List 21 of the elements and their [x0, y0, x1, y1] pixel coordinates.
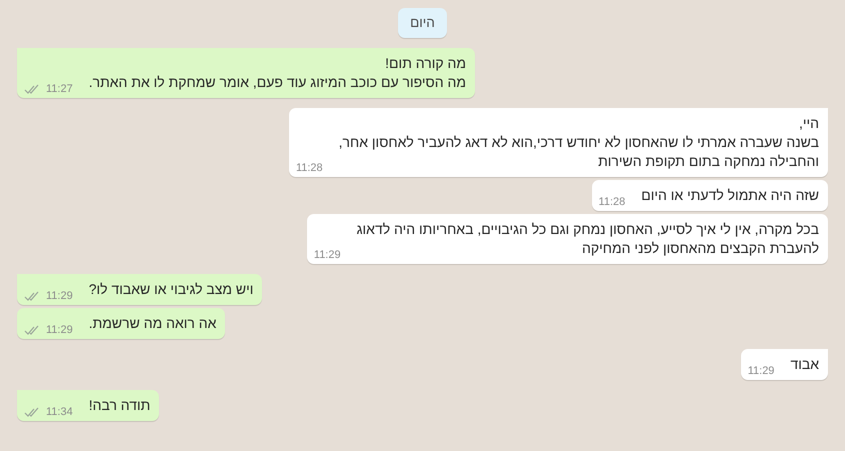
double-check-icon: [24, 406, 40, 418]
message-time: 11:27: [46, 83, 73, 95]
message-text: אבוד: [790, 355, 819, 374]
message-time: 11:29: [46, 290, 73, 302]
date-chip: היום: [398, 8, 447, 38]
message-time: 11:28: [598, 196, 626, 208]
message-time: 11:28: [296, 162, 323, 174]
message-time: 11:34: [46, 406, 73, 418]
double-check-icon: [24, 290, 40, 302]
message-time: 11:29: [748, 365, 774, 377]
double-check-icon: [24, 84, 40, 94]
message-text: בכל מקרה, אין לי איך לסייע, האחסון נמחק וגם כל הגיבויים, באחריותו היה לדאוג להעברת הקבצים מהאחסון לפני המחיקה: [356, 220, 819, 258]
double-check-icon: [24, 324, 40, 336]
message-text: ויש מצב לגיבוי או שאבוד לו?: [88, 280, 254, 299]
message-text: מה קורה תום! מה הסיפור עם כוכב המיזוג עוד פעם, אומר שמחקת לו את האתר.: [88, 54, 466, 92]
message-text: תודה רבה!: [88, 396, 150, 415]
message-time: 11:29: [46, 324, 73, 336]
message-time: 11:29: [314, 249, 341, 261]
message-text: היי, בשנה שעברה אמרתי לו שהאחסון לא יחודש דרכי,הוא לא דאג להעביר לאחסון אחר, והחבילה נמחקה בתום תקופת השירות: [338, 114, 819, 171]
message-text: שזה היה אתמול לדעתי או היום: [641, 186, 819, 205]
message-text: אה רואה מה שרשמת.: [88, 314, 216, 333]
